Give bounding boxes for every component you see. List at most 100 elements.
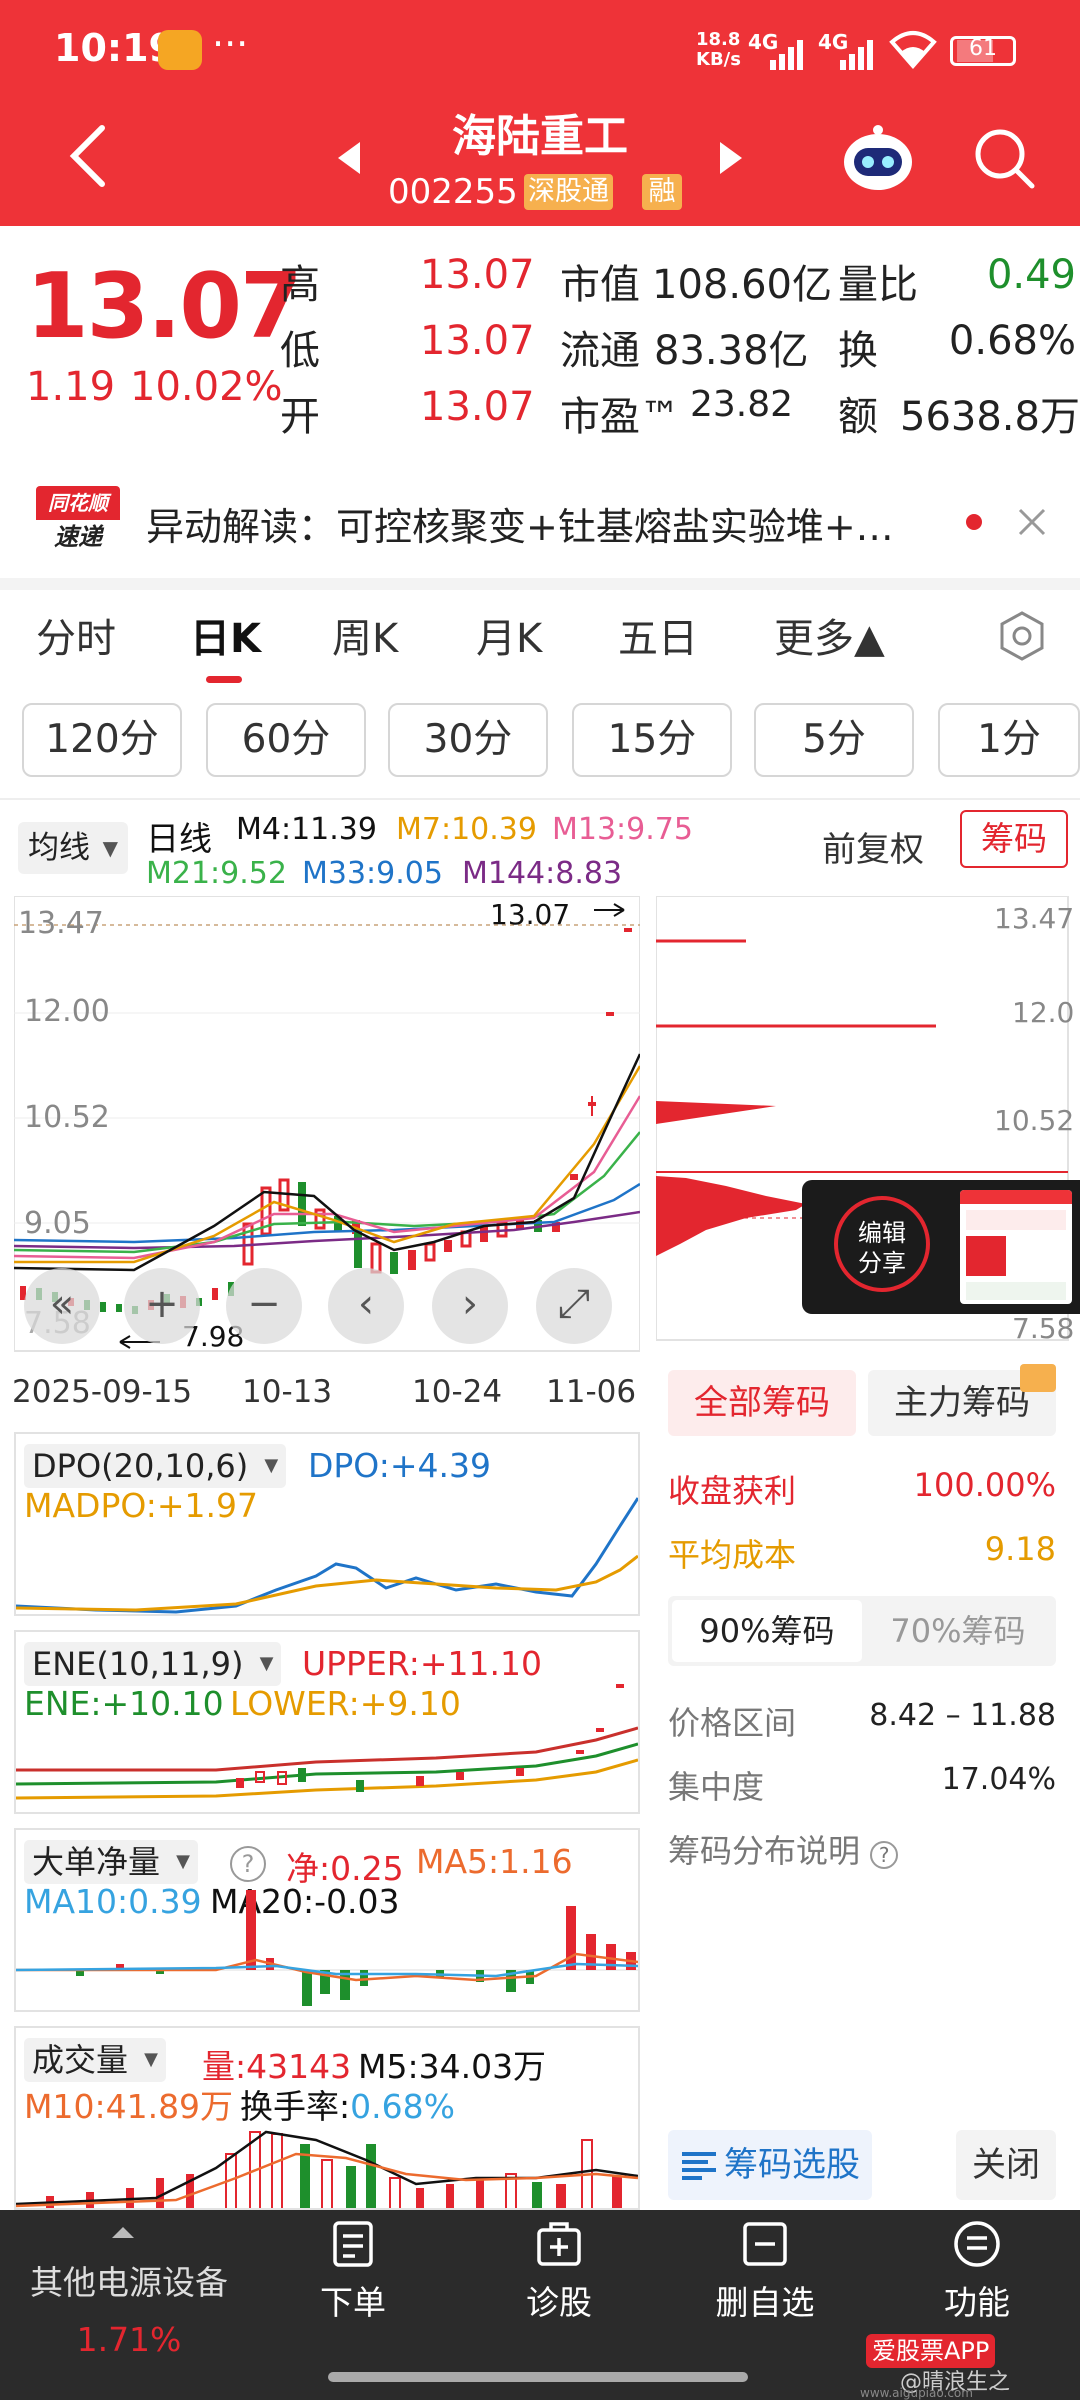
ma7-label: M7:10.39 [396, 812, 537, 847]
app-root: 10:19 ··· 18.8 KB/s 4G 4G 61 海陆重工 002255… [0, 0, 1080, 2400]
high-label: 高 [280, 262, 320, 308]
sector-name: 其他电源设备 [30, 2263, 228, 2302]
chip-stock-select-button[interactable]: 筹码选股 [668, 2130, 872, 2200]
nav-order-label: 下单 [320, 2283, 386, 2322]
market-badge: 深股通 [524, 174, 613, 210]
nav-functions[interactable]: 功能 [912, 2220, 1042, 2324]
pe-value: 23.82 [690, 384, 794, 425]
tab-all-chips[interactable]: 全部筹码 [668, 1370, 856, 1436]
pill-5min[interactable]: 5分 [754, 703, 914, 777]
tab-five-day[interactable]: 五日 [618, 606, 698, 664]
mktcap-value: 108.60亿 [652, 262, 832, 308]
battery-icon: 61 [950, 36, 1016, 66]
kline-y-label: 10.52 [24, 1100, 110, 1135]
dropdown-arrow-icon: ▼ [102, 836, 118, 860]
divider [0, 798, 1080, 800]
high-value: 13.07 [420, 252, 535, 298]
nav-remove-watchlist[interactable]: 删自选 [700, 2220, 830, 2324]
bigorder-panel[interactable]: 大单净量 ▼ ? 净:0.25 MA5:1.16 MA10:0.39 MA20:-… [14, 1828, 640, 2012]
vol-ratio-label: 量比 [838, 262, 918, 308]
battery-level: 61 [969, 36, 997, 61]
volume-panel[interactable]: 成交量 ▼ 量:43143 M5:34.03万 M10:41.89万 换手率:0.… [14, 2026, 640, 2210]
avg-cost-value: 9.18 [984, 1530, 1056, 1568]
home-indicator[interactable] [328, 2372, 748, 2382]
settings-icon[interactable] [996, 610, 1048, 662]
diagnose-icon [537, 2222, 581, 2266]
pe-label: 市盈™ [560, 394, 680, 440]
close-icon[interactable] [1016, 506, 1048, 538]
ths-logo: 同花顺 速递 [36, 486, 120, 556]
turnover-label: 换 [838, 328, 878, 374]
prev-stock-icon[interactable] [336, 140, 362, 176]
chips-button[interactable]: 筹码 [960, 810, 1068, 868]
share-edit-button[interactable]: 编辑 分享 [834, 1196, 930, 1292]
share-popup[interactable]: 编辑 分享 [802, 1180, 1080, 1314]
signal-icon [770, 40, 803, 70]
amount-label: 额 [838, 394, 878, 440]
ene-panel[interactable]: ENE(10,11,9) ▼ UPPER:+11.10 ENE:+10.10 LO… [14, 1630, 640, 1814]
chip-y-label: 7.58 [1012, 1312, 1075, 1345]
kline-y-label: 12.00 [24, 994, 110, 1029]
lock-icon [1020, 1364, 1056, 1392]
zoom-out-button[interactable]: − [226, 1268, 302, 1344]
price-change-pct: 10.02% [130, 364, 283, 410]
back-icon[interactable] [66, 124, 110, 188]
nav-functions-label: 功能 [944, 2283, 1010, 2322]
list-icon [682, 2152, 716, 2180]
segment-90[interactable]: 90%筹码 [672, 1600, 862, 1662]
robot-assistant-icon[interactable] [838, 122, 918, 194]
pill-1min[interactable]: 1分 [938, 703, 1080, 777]
segment-70[interactable]: 70%筹码 [864, 1600, 1052, 1662]
ma144-label: M144:8.83 [462, 856, 623, 891]
notification-app-icon [158, 30, 202, 70]
profit-value: 100.00% [913, 1466, 1056, 1504]
share-thumbnail[interactable] [960, 1190, 1072, 1304]
pill-60min[interactable]: 60分 [206, 703, 366, 777]
nav-order[interactable]: 下单 [288, 2220, 418, 2324]
chip-percent-segment: 90%筹码 70%筹码 [668, 1596, 1056, 1666]
share-text-1: 编辑 [858, 1219, 906, 1247]
pill-30min[interactable]: 30分 [388, 703, 548, 777]
zoom-in-button[interactable]: + [124, 1268, 200, 1344]
pill-120min[interactable]: 120分 [22, 703, 182, 777]
scroll-right-button[interactable]: › [432, 1268, 508, 1344]
nav-remove-watchlist-label: 删自选 [715, 2283, 815, 2322]
adjust-select[interactable]: 前复权 [822, 822, 924, 871]
stock-code: 002255 [388, 172, 518, 212]
nav-diagnose[interactable]: 诊股 [494, 2220, 624, 2324]
chip-desc-link[interactable]: 筹码分布说明 ? [668, 1826, 899, 1872]
chip-desc-label: 筹码分布说明 [668, 1832, 861, 1870]
news-unread-dot [966, 514, 982, 530]
fullscreen-button[interactable]: ⤢ [536, 1268, 612, 1344]
tab-monthly-k[interactable]: 月K [476, 606, 542, 664]
order-icon [333, 2221, 373, 2267]
tab-minute[interactable]: 分时 [36, 606, 116, 664]
avg-cost-label: 平均成本 [668, 1536, 797, 1574]
low-label: 低 [280, 328, 320, 374]
fast-rewind-button[interactable]: « [24, 1268, 100, 1344]
tab-weekly-k[interactable]: 周K [332, 606, 398, 664]
dpo-panel[interactable]: DPO(20,10,6) ▼ DPO:+4.39 MADPO:+1.97 [14, 1432, 640, 1616]
divider [0, 578, 1080, 590]
kline-y-label-max: 13.47 [18, 906, 104, 941]
search-icon[interactable] [972, 126, 1036, 190]
pill-15min[interactable]: 15分 [572, 703, 732, 777]
float-label: 流通 [560, 328, 640, 374]
kline-y-label: 9.05 [24, 1206, 91, 1241]
sector-pct: 1.71% [76, 2320, 182, 2359]
tab-more[interactable]: 更多▲ [774, 606, 885, 664]
network-speed: 18.8 KB/s [696, 29, 741, 70]
low-value: 13.07 [420, 318, 535, 364]
chip-close-button[interactable]: 关闭 [956, 2130, 1056, 2200]
ma-select[interactable]: 均线 ▼ [18, 822, 128, 874]
active-tab-indicator [206, 676, 242, 683]
scroll-left-button[interactable]: ‹ [328, 1268, 404, 1344]
mktcap-label: 市值 [560, 262, 640, 308]
tab-daily-k[interactable]: 日K [190, 606, 261, 664]
kline-x-label: 11-06 [546, 1374, 637, 1410]
sector-entry[interactable]: 其他电源设备 1.71% [0, 2210, 250, 2400]
chip-y-label: 13.47 [994, 902, 1075, 935]
next-stock-icon[interactable] [718, 140, 744, 176]
remove-watchlist-icon [743, 2222, 787, 2266]
news-bar[interactable]: 同花顺 速递 异动解读：可控核聚变+钍基熔盐实验堆+… [0, 462, 1080, 578]
